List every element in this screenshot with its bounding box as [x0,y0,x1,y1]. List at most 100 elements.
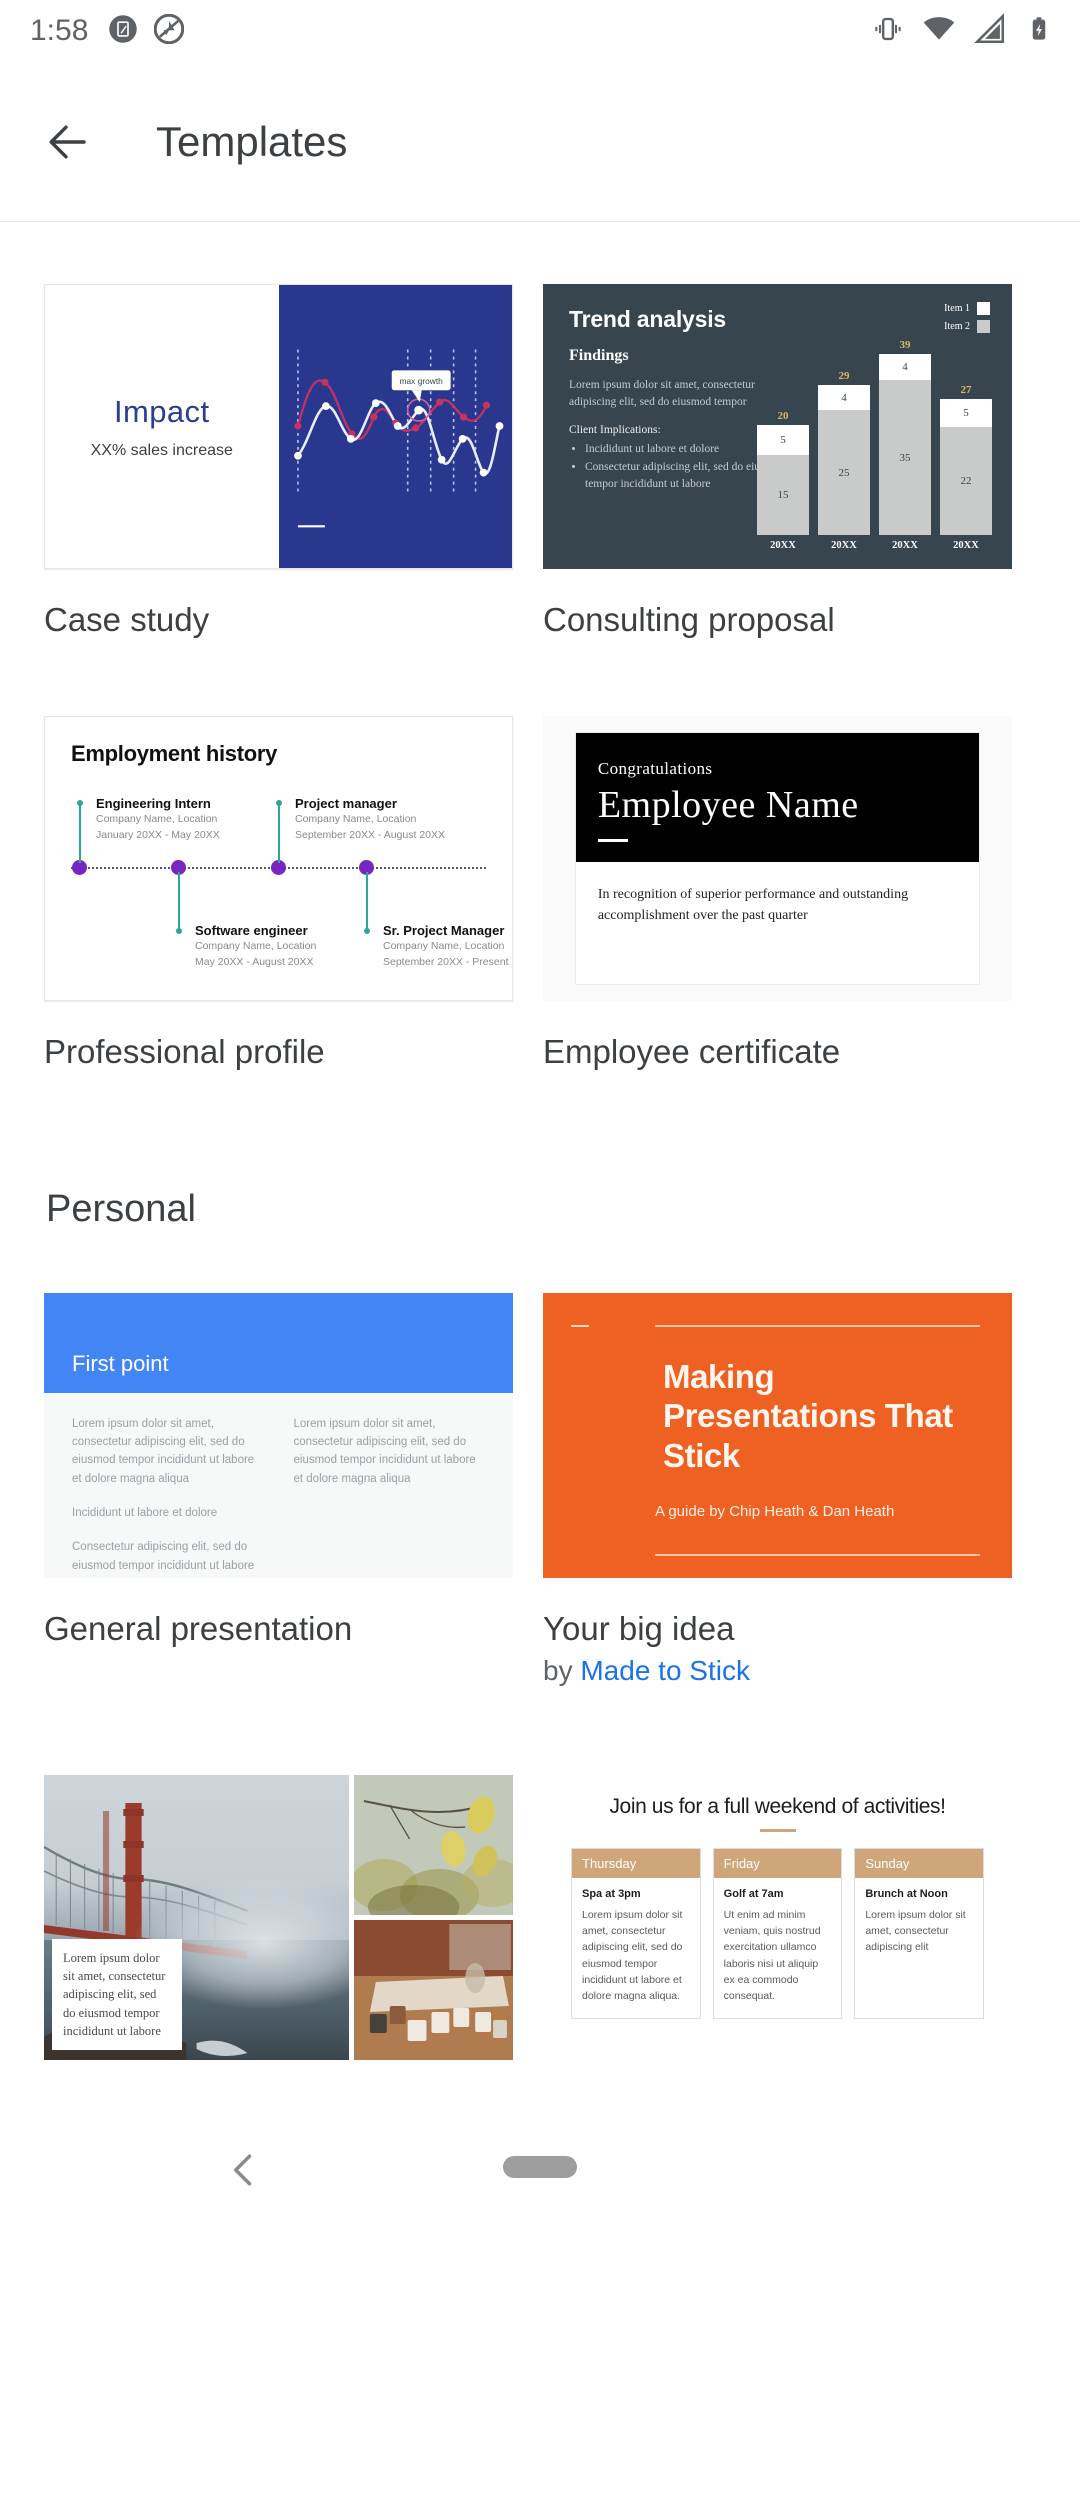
timeline-stem [79,803,81,863]
system-navigation-bar [0,2120,1080,2220]
consulting-bullet-list: Incididunt ut labore et dolore Consectet… [585,441,785,493]
case-study-headline: Impact [114,394,209,430]
system-home-pill[interactable] [503,2156,577,2178]
timeline-stem-tip [364,928,370,934]
template-thumbnail-your-big-idea[interactable]: Making Presentations That Stick A guide … [543,1293,1012,1578]
itinerary-day-body: Spa at 3pm Lorem ipsum dolor sit amet, c… [572,1878,700,2019]
consulting-slide: Trend analysis Findings Lorem ipsum dolo… [543,284,1012,569]
general-paragraph: Lorem ipsum dolor sit amet, consectetur … [72,1415,264,1489]
collage-photo-leaves [354,1775,513,1915]
template-card-employee-certificate[interactable]: Congratulations Employee Name In recogni… [543,716,1012,1072]
timeline-role: Software engineer [195,923,308,938]
general-paragraph: Incididunt ut labore et dolore [72,1504,264,1522]
itinerary-day-label: Thursday [572,1849,700,1878]
bar-category-label: 20XX [953,540,979,551]
itinerary-columns: Thursday Spa at 3pm Lorem ipsum dolor si… [571,1848,984,2020]
list-item: Consectetur adipiscing elit, sed do eius… [585,459,785,494]
system-back-button[interactable] [222,2148,266,2197]
template-thumbnail-weekend-itinerary[interactable]: Join us for a full weekend of activities… [543,1775,1012,2060]
chevron-left-icon [222,2148,266,2192]
timeline-role: Project manager [295,796,397,811]
page-title: Templates [156,118,347,166]
byline-link[interactable]: Made to Stick [580,1655,750,1686]
timeline-company: Company Name, Location [96,812,220,828]
template-label-case-study: Case study [44,599,513,640]
stacked-bar-chart: 20 5 15 20XX 29 4 25 20XX 39 [757,339,992,551]
general-slide: First point Lorem ipsum dolor sit amet, … [44,1293,513,1578]
collage-slide: Lorem ipsum dolor sit amet, consectetur … [44,1775,513,2060]
section-header-personal: Personal [0,1188,1080,1231]
collage-caption: Lorem ipsum dolor sit amet, consectetur … [52,1939,182,2050]
template-thumbnail-consulting-proposal[interactable]: Trend analysis Findings Lorem ipsum dolo… [543,284,1012,569]
general-right-column: Lorem ipsum dolor sit amet, consectetur … [294,1415,486,1578]
collage-photo-bridge: Lorem ipsum dolor sit amet, consectetur … [44,1775,349,2060]
wifi-icon [922,12,956,51]
big-idea-subtitle: A guide by Chip Heath & Dan Heath [655,1503,894,1520]
bar-total-label: 20 [778,410,789,422]
bar-segment-item1: 5 [940,399,992,427]
timeline-meta: Company Name, Location May 20XX - August… [195,939,316,971]
timeline-company: Company Name, Location [383,939,508,955]
drive-sync-icon [154,14,184,49]
general-header-band: First point [44,1293,513,1393]
bar-category-label: 20XX [892,540,918,551]
screenshot-icon [108,14,138,49]
case-study-title-panel: Impact XX% sales increase [45,285,279,568]
template-card-consulting-proposal[interactable]: Trend analysis Findings Lorem ipsum dolo… [543,284,1012,640]
big-idea-bottom-rule [655,1554,980,1556]
template-thumbnail-employee-certificate[interactable]: Congratulations Employee Name In recogni… [543,716,1012,1001]
template-row-3: First point Lorem ipsum dolor sit amet, … [0,1293,1080,1687]
back-arrow-icon [44,118,92,166]
timeline-role: Sr. Project Manager [383,923,504,938]
collage-photo-table [354,1920,513,2060]
template-card-general-presentation[interactable]: First point Lorem ipsum dolor sit amet, … [44,1293,513,1687]
template-thumbnail-photo-album[interactable]: Lorem ipsum dolor sit amet, consectetur … [44,1775,513,2060]
line-chart: max growth [279,285,513,568]
cellular-signal-icon [973,12,1007,51]
bar-group-0: 20 5 15 20XX [757,410,809,551]
bar-total-label: 39 [900,339,911,351]
legend-entry-item-1: Item 1 [944,302,990,315]
app-bar: Templates [0,62,1080,222]
bar-segment-item2: 35 [879,380,931,535]
template-card-photo-album[interactable]: Lorem ipsum dolor sit amet, consectetur … [44,1775,513,2090]
legend-label: Item 2 [944,321,970,332]
itinerary-text: Lorem ipsum dolor sit amet, consectetur … [582,1907,690,2005]
template-thumbnail-general-presentation[interactable]: First point Lorem ipsum dolor sit amet, … [44,1293,513,1578]
itinerary-slide: Join us for a full weekend of activities… [543,1775,1012,2060]
template-label-consulting-proposal: Consulting proposal [543,599,1012,640]
timeline-meta: Company Name, Location September 20XX - … [383,939,508,971]
certificate-card: Congratulations Employee Name In recogni… [576,733,979,984]
template-thumbnail-professional-profile[interactable]: Employment history Engineering Intern Co… [44,716,513,1001]
back-button[interactable] [30,104,106,180]
general-body: Lorem ipsum dolor sit amet, consectetur … [44,1393,513,1578]
byline-prefix: by [543,1655,580,1686]
itinerary-day-label: Sunday [855,1849,983,1878]
legend-entry-item-2: Item 2 [944,320,990,333]
legend-label: Item 1 [944,303,970,314]
template-card-case-study[interactable]: Impact XX% sales increase [44,284,513,640]
legend-swatch-item-1 [977,302,990,315]
consulting-heading: Trend analysis [569,306,986,333]
timeline-meta: Company Name, Location September 20XX - … [295,812,445,844]
template-card-professional-profile[interactable]: Employment history Engineering Intern Co… [44,716,513,1072]
timeline-dates: September 20XX - August 20XX [295,828,445,844]
case-study-chart-panel: max growth [279,285,513,568]
bar-category-label: 20XX [831,540,857,551]
template-card-weekend-itinerary[interactable]: Join us for a full weekend of activities… [543,1775,1012,2090]
bar-segment-item1: 4 [818,385,870,410]
itinerary-event: Spa at 3pm [582,1888,690,1900]
general-header-text: First point [72,1351,169,1377]
case-study-subhead: XX% sales increase [91,442,233,460]
timeline-stem [178,872,180,930]
template-card-your-big-idea[interactable]: Making Presentations That Stick A guide … [543,1293,1012,1687]
template-thumbnail-case-study[interactable]: Impact XX% sales increase [44,284,513,569]
big-idea-title: Making Presentations That Stick [663,1357,974,1476]
general-left-column: Lorem ipsum dolor sit amet, consectetur … [72,1415,264,1578]
timeline-stem [366,872,368,930]
itinerary-day-sunday: Sunday Brunch at Noon Lorem ipsum dolor … [854,1848,984,2020]
template-label-your-big-idea: Your big idea [543,1608,1012,1649]
certificate-name: Employee Name [598,783,957,827]
bar-segment-item2: 25 [818,410,870,535]
bar-segment-item1: 5 [757,425,809,455]
